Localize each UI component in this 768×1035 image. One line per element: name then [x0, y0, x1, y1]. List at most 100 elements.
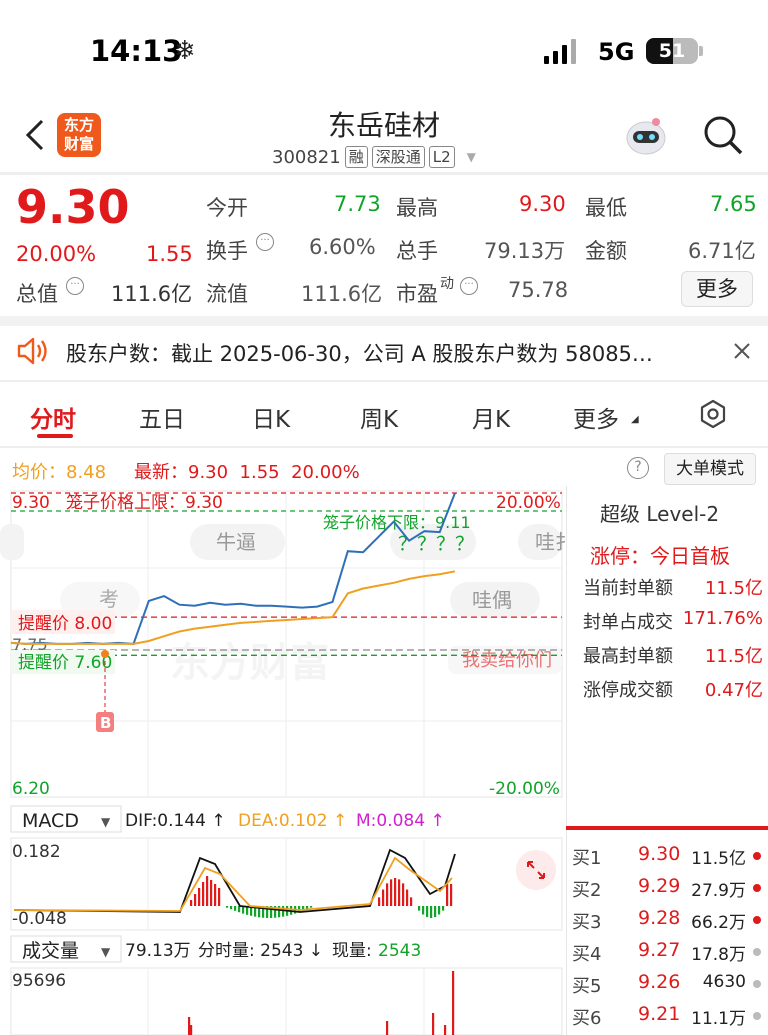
- tab-intraday[interactable]: 分时: [30, 400, 76, 434]
- stat-volume: 79.13万: [484, 239, 566, 263]
- macd-bar: [238, 906, 241, 913]
- volume-now-value: 2543: [378, 941, 421, 961]
- bid-row[interactable]: 买2 9.29 27.9万: [566, 874, 768, 902]
- bid-volume: 11.5亿: [691, 849, 746, 869]
- macd-bar: [450, 884, 453, 906]
- macd-bar: [446, 884, 449, 906]
- bid-row[interactable]: 买6 9.21 11.1万: [566, 1002, 768, 1030]
- alert-high-label: 提醒价 8.00: [18, 614, 112, 634]
- bid-price: 9.29: [638, 875, 681, 897]
- latest-info: 最新：9.30 1.55 20.00%: [134, 462, 360, 483]
- settings-icon[interactable]: [698, 399, 728, 429]
- snowflake-icon: ❄: [174, 36, 196, 66]
- level2-item-label: 当前封单额: [583, 578, 673, 599]
- macd-bar: [394, 878, 397, 906]
- bubble-text: 牛逼: [216, 530, 256, 554]
- expand-icon[interactable]: [516, 850, 556, 890]
- bid-dot-icon: [753, 884, 761, 892]
- volume-now-label: 现量:: [332, 941, 372, 961]
- tab-monthly-k[interactable]: 月K: [472, 400, 510, 434]
- macd-m: M:0.084 ↑: [356, 811, 445, 831]
- bid-row[interactable]: 买5 9.26 4630: [566, 970, 768, 998]
- notice-text[interactable]: 股东户数：截止 2025-06-30，公司 A 股股东户数为 58085…: [66, 338, 653, 368]
- stat-label: 市盈: [396, 282, 438, 306]
- macd-bar: [190, 900, 193, 906]
- dropdown-icon: ▼: [101, 815, 111, 829]
- macd-bar: [398, 879, 401, 906]
- dif-line: [13, 848, 456, 913]
- stat-label: 换手: [206, 239, 248, 263]
- macd-bar: [198, 888, 201, 906]
- question-marks: ？？？？: [398, 533, 474, 555]
- bid-price: 9.27: [638, 939, 681, 961]
- more-button[interactable]: 更多: [681, 271, 753, 307]
- current-price: 9.30: [16, 180, 130, 234]
- avg-label: 均价：8.48: [12, 462, 107, 483]
- macd-bottom: -0.048: [12, 909, 67, 929]
- stat-amount: 6.71亿: [688, 239, 756, 263]
- macd-bar: [202, 882, 205, 906]
- total-value-label: 总值: [16, 282, 58, 306]
- divider: [0, 316, 768, 326]
- stock-code-line: 300821 融 深股通 L2 ▼: [272, 146, 476, 168]
- macd-bar: [406, 889, 409, 906]
- stat-label: 最低: [585, 196, 627, 220]
- battery-icon: 51: [646, 38, 698, 64]
- big-order-mode-button[interactable]: 大单模式: [664, 453, 756, 485]
- bid-label: 买4: [572, 944, 602, 965]
- clock: 14:13: [90, 34, 183, 68]
- bid-dot-icon: [753, 948, 761, 956]
- macd-bar: [282, 906, 285, 917]
- level2-item-label: 最高封单额: [583, 646, 673, 667]
- speaker-icon: [16, 336, 50, 366]
- bid-volume: 4630: [702, 972, 746, 992]
- macd-bar: [430, 906, 433, 918]
- intraday-chart[interactable]: 东方财富 牛逼 哇扌 考 哇偶 我卖给你们 9.30 笼子价格上限：9.30 2…: [0, 486, 566, 1035]
- level2-item-value: 0.47亿: [704, 680, 763, 701]
- tab-daily-k[interactable]: 日K: [252, 400, 290, 434]
- volume-bar: [432, 1013, 435, 1035]
- bottom-left-price: 6.20: [12, 779, 50, 799]
- tab-more[interactable]: 更多: [573, 400, 619, 434]
- volume-period: 分时量: 2543 ↓: [198, 941, 323, 961]
- level2-item-value: 11.5亿: [704, 578, 763, 599]
- tab-five-day[interactable]: 五日: [139, 400, 185, 434]
- help-icon[interactable]: ?: [627, 457, 649, 479]
- bubble-text: 考: [99, 587, 119, 611]
- macd-bar: [206, 876, 209, 906]
- macd-bar: [214, 884, 217, 906]
- bid-volume: 66.2万: [691, 913, 746, 933]
- divider: [0, 172, 768, 175]
- bid-row[interactable]: 买4 9.27 17.8万: [566, 938, 768, 966]
- dropdown-icon[interactable]: ▼: [467, 150, 476, 164]
- top-left-price: 9.30: [12, 493, 50, 513]
- stat-turnover: 6.60%: [309, 235, 376, 259]
- macd-bar: [410, 897, 413, 906]
- volume-bar: [190, 1025, 193, 1035]
- stat-high: 9.30: [519, 192, 566, 216]
- bid-dot-icon: [753, 1012, 761, 1020]
- bid-label: 买5: [572, 976, 602, 997]
- macd-label: MACD: [22, 810, 79, 832]
- volume-total: 79.13万: [125, 941, 191, 961]
- stat-open: 7.73: [334, 192, 381, 216]
- total-value: 111.6亿: [111, 282, 193, 306]
- macd-bar: [434, 906, 437, 918]
- volume-max: 95696: [12, 971, 66, 991]
- info-icon[interactable]: ···: [256, 233, 274, 251]
- bid-row[interactable]: 买3 9.28 66.2万: [566, 906, 768, 934]
- info-icon[interactable]: ···: [460, 277, 478, 295]
- search-icon[interactable]: [702, 114, 744, 156]
- tab-weekly-k[interactable]: 周K: [360, 400, 398, 434]
- battery-tip: [699, 46, 703, 56]
- robot-avatar-icon[interactable]: [624, 114, 668, 158]
- bubble-text: 哇偶: [472, 588, 512, 612]
- sell-text: 我卖给你们: [462, 650, 552, 671]
- macd-bar: [310, 906, 313, 908]
- tab-active-indicator: [37, 434, 73, 438]
- level2-item-label: 封单占成交: [583, 612, 673, 633]
- info-icon[interactable]: ···: [66, 277, 84, 295]
- level2-title[interactable]: 超级 Level-2: [600, 498, 719, 527]
- close-icon[interactable]: [733, 342, 751, 360]
- bid-row[interactable]: 买1 9.30 11.5亿: [566, 842, 768, 870]
